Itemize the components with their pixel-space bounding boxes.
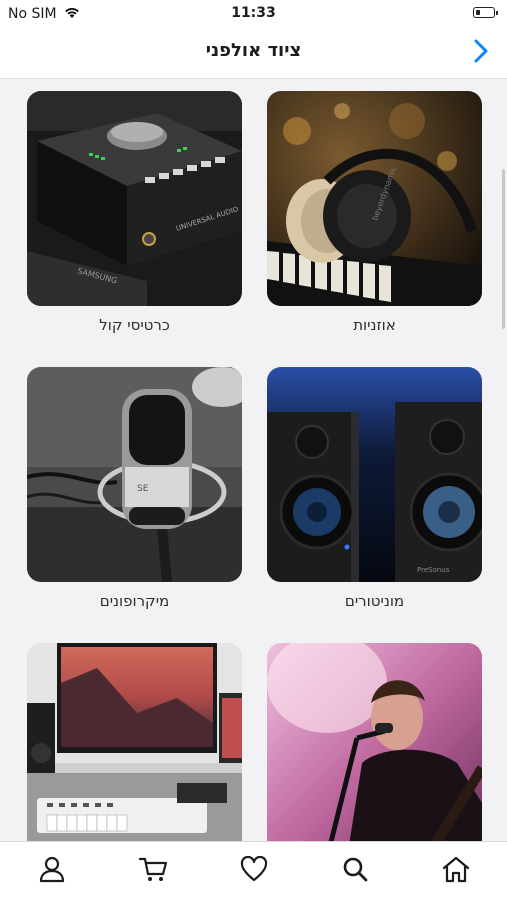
headphones-image: beyerdynamic (267, 91, 482, 306)
tab-bar (0, 841, 507, 901)
category-card-studio-desk[interactable] (27, 643, 242, 841)
monitors-image: PreSonus (267, 367, 482, 582)
singer-image (267, 643, 482, 841)
battery-icon (473, 7, 498, 18)
navigation-bar: ציוד אולפני (0, 28, 507, 79)
microphone-image: SE (27, 367, 242, 582)
cart-icon (138, 855, 168, 887)
category-label: כרטיסי קול (99, 316, 170, 334)
category-label: מיקרופונים (99, 592, 170, 610)
audio-interface-image: SAMSUNG UNIVERSAL AUDIO (27, 91, 242, 306)
category-card-audio-interfaces[interactable]: SAMSUNG UNIVERSAL AUDIO כרטיסי קול (27, 91, 242, 334)
heart-icon (240, 855, 268, 886)
tab-cart[interactable] (133, 854, 173, 888)
back-button[interactable] (469, 38, 493, 68)
category-card-singer[interactable] (267, 643, 482, 841)
chevron-right-icon (474, 39, 488, 67)
category-grid: beyerdynamic אוזניות SAMSUNG UNIVERSAL A… (0, 79, 507, 841)
page-title: ציוד אולפני (205, 40, 302, 61)
user-icon (38, 855, 66, 887)
scroll-indicator[interactable] (502, 169, 505, 329)
studio-desk-image (27, 643, 242, 841)
tab-favorites[interactable] (234, 854, 274, 888)
status-bar: No SIM 11:33 (0, 0, 507, 28)
tab-profile[interactable] (32, 854, 72, 888)
home-icon (441, 855, 471, 887)
svg-text:PreSonus: PreSonus (417, 566, 450, 574)
category-card-monitors[interactable]: PreSonus מוניטורים (267, 367, 482, 610)
status-time: 11:33 (231, 5, 276, 21)
category-card-headphones[interactable]: beyerdynamic אוזניות (267, 91, 482, 334)
category-label: אוזניות (353, 316, 396, 334)
search-icon (341, 855, 369, 887)
tab-search[interactable] (335, 854, 375, 888)
svg-text:SE: SE (137, 484, 149, 494)
category-label: מוניטורים (344, 592, 405, 610)
category-card-microphones[interactable]: SE מיקרופונים (27, 367, 242, 610)
tab-home[interactable] (436, 854, 476, 888)
